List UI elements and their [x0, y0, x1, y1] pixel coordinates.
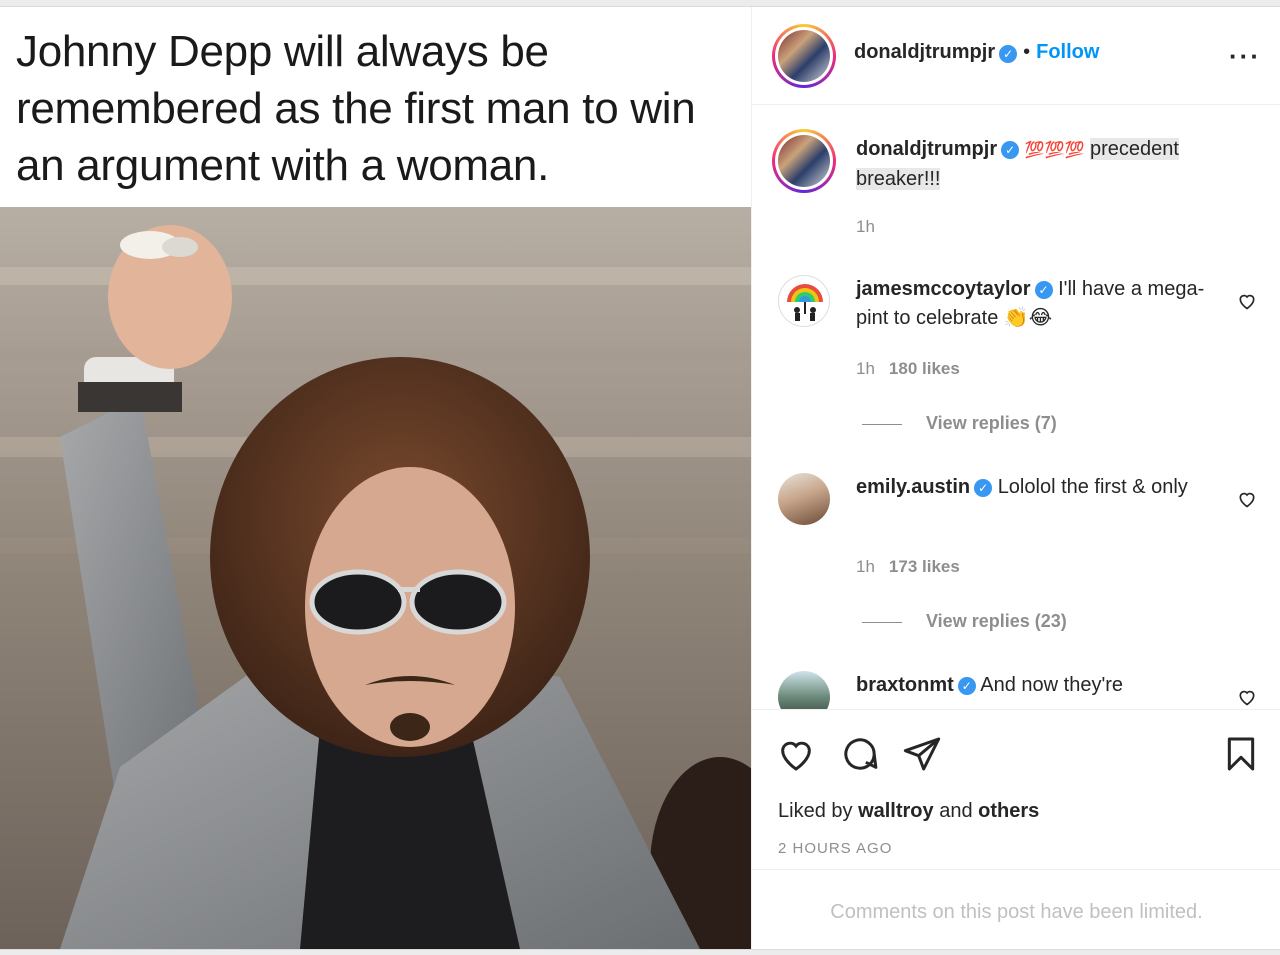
verified-icon: ✓ — [1001, 140, 1020, 159]
heart-icon[interactable] — [1237, 489, 1257, 509]
liked-by-others[interactable]: others — [978, 800, 1039, 822]
post-media[interactable]: Johnny Depp will always be remembered as… — [0, 7, 751, 949]
verified-icon: ✓ — [1034, 280, 1053, 299]
share-icon[interactable] — [902, 734, 942, 774]
author-avatar[interactable] — [772, 24, 836, 88]
comment-likes[interactable]: 173 likes — [889, 557, 960, 576]
post-actions: Liked by walltroy and others 2 HOURS AGO — [752, 709, 1280, 869]
commenter-avatar[interactable] — [778, 275, 830, 327]
heart-icon[interactable] — [776, 734, 816, 774]
post-header: donaldjtrumpjr ✓ • Follow ··· — [752, 7, 1280, 105]
comment-icon[interactable] — [840, 734, 880, 774]
view-replies-button[interactable]: View replies (7) — [862, 413, 1057, 434]
follow-button[interactable]: Follow — [1036, 41, 1099, 63]
comment-username[interactable]: jamesmccoytaylor — [856, 278, 1031, 300]
comment-likes[interactable]: 180 likes — [889, 359, 960, 378]
commenter-avatar[interactable] — [778, 473, 830, 525]
comments-list[interactable]: donaldjtrumpjr ✓ 💯💯💯 precedent breaker!!!… — [752, 105, 1280, 709]
view-replies-button[interactable]: View replies (23) — [862, 611, 1067, 632]
author-username[interactable]: donaldjtrumpjr — [854, 41, 995, 63]
meme-photo — [0, 207, 751, 949]
post-timestamp[interactable]: 2 HOURS AGO — [778, 840, 892, 857]
liked-by: Liked by walltroy and others — [778, 800, 1040, 822]
caption-username[interactable]: donaldjtrumpjr — [856, 138, 997, 160]
instagram-post-window: Johnny Depp will always be remembered as… — [0, 6, 1280, 950]
liked-by-user[interactable]: walltroy — [858, 800, 934, 822]
comments-limited-notice: Comments on this post have been limited. — [752, 869, 1280, 949]
comment-time: 1h — [856, 359, 875, 378]
separator-dot: • — [1023, 41, 1031, 63]
caption-time: 1h — [856, 217, 875, 236]
commenter-avatar[interactable] — [778, 671, 830, 709]
meme-caption: Johnny Depp will always be remembered as… — [16, 27, 696, 190]
verified-icon: ✓ — [999, 44, 1018, 63]
caption-author-avatar[interactable] — [772, 129, 836, 193]
caption-emoji: 💯💯💯 — [1024, 142, 1085, 159]
heart-icon[interactable] — [1237, 687, 1257, 707]
post-side-panel: donaldjtrumpjr ✓ • Follow ··· donaldjtrumpj… — [751, 7, 1280, 949]
heart-icon[interactable] — [1237, 291, 1257, 311]
comment-username[interactable]: emily.austin — [856, 476, 970, 498]
verified-icon: ✓ — [974, 478, 993, 497]
bookmark-icon[interactable] — [1221, 734, 1261, 774]
comment-text: And now they're — [980, 674, 1124, 696]
meme-caption-area: Johnny Depp will always be remembered as… — [0, 7, 751, 207]
verified-icon: ✓ — [957, 676, 976, 695]
comment-username[interactable]: braxtonmt — [856, 674, 954, 696]
more-icon[interactable]: ··· — [1229, 41, 1261, 72]
comment-text: Lololol the first & only — [997, 476, 1188, 498]
comment-time: 1h — [856, 557, 875, 576]
